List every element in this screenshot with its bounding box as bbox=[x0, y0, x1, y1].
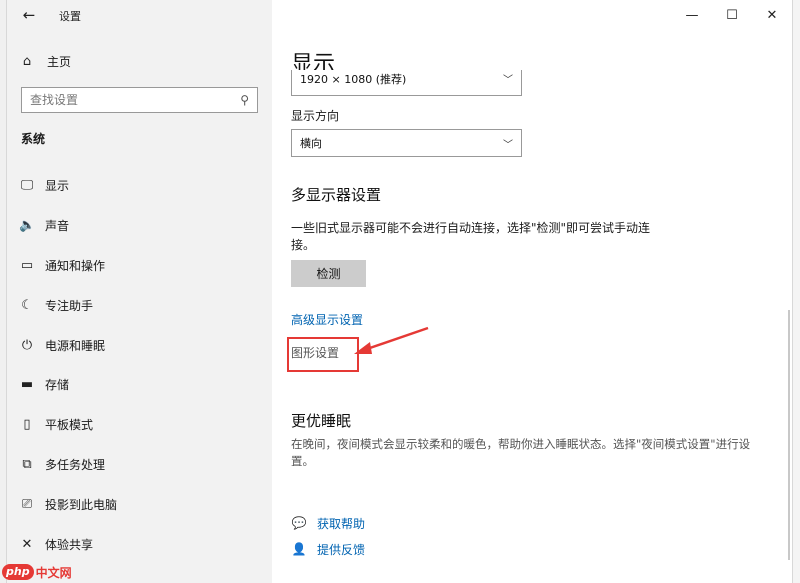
get-help-link[interactable]: 💬 获取帮助 bbox=[291, 514, 366, 532]
sidebar-item-tablet-mode[interactable]: ▯ 平板模式 bbox=[7, 405, 272, 445]
orientation-dropdown[interactable]: 横向 ﹀ bbox=[291, 129, 522, 157]
orientation-value: 横向 bbox=[300, 137, 322, 150]
annotation-arrow-icon bbox=[354, 326, 429, 354]
chevron-down-icon: ﹀ bbox=[503, 75, 513, 86]
minimize-icon[interactable]: — bbox=[672, 0, 712, 30]
power-icon: ⏻ bbox=[21, 337, 33, 353]
search-box[interactable]: ⚲ bbox=[21, 87, 258, 113]
sidebar-item-label: 显示 bbox=[45, 179, 70, 194]
background-window-left bbox=[0, 0, 7, 583]
app-title: 设置 bbox=[59, 10, 81, 23]
titlebar: ← 设置 bbox=[7, 0, 272, 30]
watermark-cn: 中文网 bbox=[35, 565, 72, 580]
home-icon: ⌂ bbox=[22, 53, 32, 69]
sidebar-item-label: 通知和操作 bbox=[45, 258, 106, 273]
share-icon: ✕ bbox=[21, 536, 33, 552]
detect-button[interactable]: 检测 bbox=[291, 260, 366, 287]
back-arrow-icon[interactable]: ← bbox=[17, 4, 41, 26]
multitask-icon: ⧉ bbox=[22, 456, 32, 472]
main-content: — ☐ ✕ 显示 1920 × 1080 (推荐) ﹀ 显示方向 横向 ﹀ 多显… bbox=[272, 0, 792, 583]
sidebar-item-project[interactable]: ⎚ 投影到此电脑 bbox=[7, 484, 272, 524]
highlight-annotation-box bbox=[287, 337, 359, 372]
monitor-icon: 🖵 bbox=[20, 178, 34, 194]
sidebar-item-storage[interactable]: ▬ 存储 bbox=[7, 365, 272, 405]
scrollbar[interactable] bbox=[788, 310, 790, 560]
multi-display-description: 一些旧式显示器可能不会进行自动连接，选择"检测"即可尝试手动连接。 bbox=[291, 221, 651, 252]
sidebar-item-label: 电源和睡眠 bbox=[45, 338, 106, 353]
close-icon[interactable]: ✕ bbox=[752, 0, 792, 30]
sidebar-item-label: 存储 bbox=[45, 378, 70, 393]
feedback-person-icon: 👤 bbox=[291, 542, 307, 556]
sidebar-item-multitasking[interactable]: ⧉ 多任务处理 bbox=[7, 445, 272, 485]
window-controls: — ☐ ✕ bbox=[672, 0, 792, 30]
sidebar-item-shared-experiences[interactable]: ✕ 体验共享 bbox=[7, 524, 272, 564]
maximize-icon[interactable]: ☐ bbox=[712, 0, 752, 30]
give-feedback-label: 提供反馈 bbox=[317, 542, 366, 557]
resolution-dropdown[interactable]: 1920 × 1080 (推荐) ﹀ bbox=[291, 70, 522, 96]
moon-icon: ☾ bbox=[21, 297, 33, 313]
sidebar-item-label: 声音 bbox=[45, 219, 70, 234]
sidebar-item-label: 多任务处理 bbox=[45, 457, 106, 472]
home-label: 主页 bbox=[47, 54, 72, 69]
sidebar-item-label: 体验共享 bbox=[45, 537, 94, 552]
sidebar-item-power-sleep[interactable]: ⏻ 电源和睡眠 bbox=[7, 325, 272, 365]
section-title: 系统 bbox=[21, 132, 46, 146]
better-sleep-description: 在晚间，夜间模式会显示较柔和的暖色，帮助你进入睡眠状态。选择"夜间模式设置"进行… bbox=[291, 437, 751, 468]
multi-display-title: 多显示器设置 bbox=[291, 186, 382, 204]
give-feedback-link[interactable]: 👤 提供反馈 bbox=[291, 540, 366, 558]
home-nav[interactable]: ⌂ 主页 bbox=[19, 50, 71, 72]
chevron-down-icon: ﹀ bbox=[503, 139, 513, 151]
settings-window: ← 设置 ⌂ 主页 ⚲ 系统 🖵 显示 🔈 声音 ▭ 通知和操作 bbox=[0, 0, 800, 583]
project-icon: ⎚ bbox=[21, 496, 33, 512]
tablet-icon: ▯ bbox=[23, 417, 31, 433]
get-help-label: 获取帮助 bbox=[317, 516, 366, 531]
watermark-logo: php 中文网 bbox=[2, 563, 72, 581]
better-sleep-title: 更优睡眠 bbox=[291, 412, 352, 430]
search-icon[interactable]: ⚲ bbox=[240, 93, 249, 107]
orientation-label: 显示方向 bbox=[291, 109, 340, 123]
sidebar-nav: 🖵 显示 🔈 声音 ▭ 通知和操作 ☾ 专注助手 ⏻ 电源和睡眠 ▬ 存储 ▯ … bbox=[7, 166, 272, 564]
chat-help-icon: 💬 bbox=[291, 516, 307, 530]
sidebar-item-display[interactable]: 🖵 显示 bbox=[7, 166, 272, 206]
sidebar-item-label: 平板模式 bbox=[45, 418, 94, 433]
sidebar: ← 设置 ⌂ 主页 ⚲ 系统 🖵 显示 🔈 声音 ▭ 通知和操作 bbox=[7, 0, 272, 583]
notification-icon: ▭ bbox=[20, 257, 34, 273]
sidebar-item-sound[interactable]: 🔈 声音 bbox=[7, 206, 272, 246]
storage-icon: ▬ bbox=[20, 377, 34, 393]
search-input[interactable] bbox=[30, 93, 241, 107]
watermark-php: php bbox=[2, 564, 34, 580]
sidebar-item-focus-assist[interactable]: ☾ 专注助手 bbox=[7, 285, 272, 325]
resolution-value: 1920 × 1080 (推荐) bbox=[300, 72, 407, 86]
sidebar-item-label: 专注助手 bbox=[45, 298, 94, 313]
sidebar-item-notifications[interactable]: ▭ 通知和操作 bbox=[7, 246, 272, 286]
background-window-right bbox=[792, 0, 800, 583]
sidebar-item-label: 投影到此电脑 bbox=[45, 497, 118, 512]
speaker-icon: 🔈 bbox=[19, 218, 36, 234]
